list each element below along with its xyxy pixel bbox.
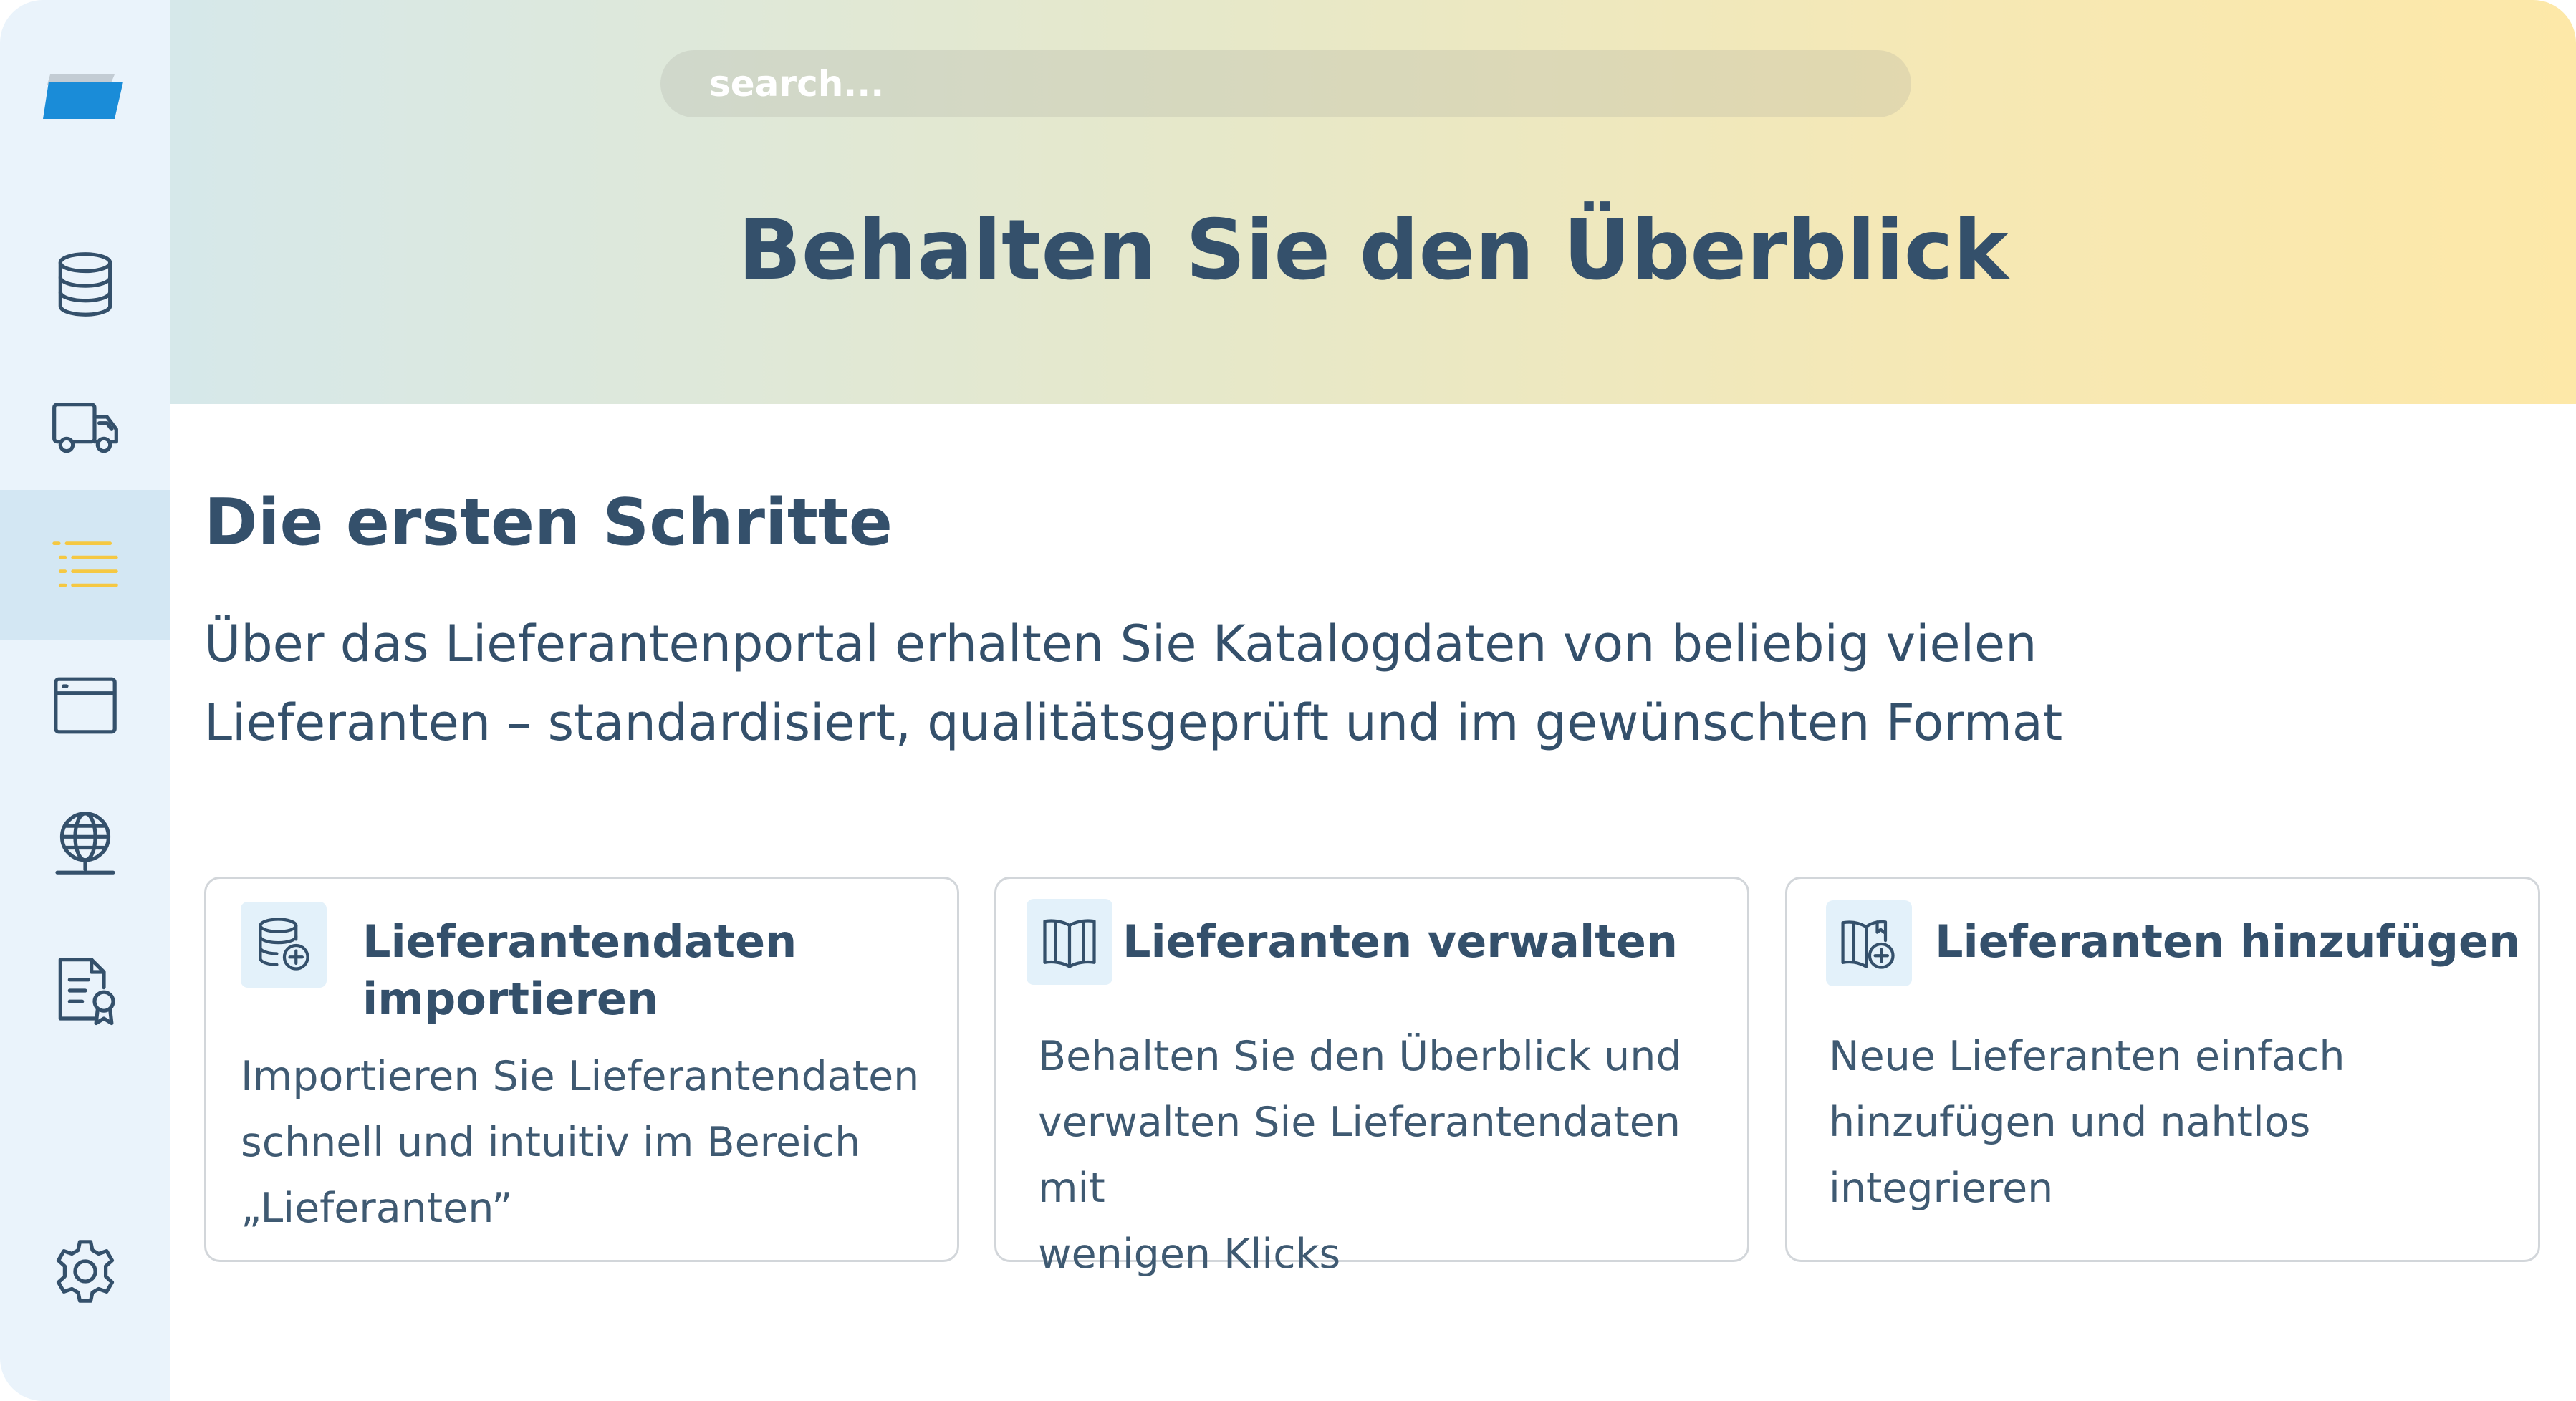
globe-icon	[55, 812, 115, 875]
card-desc-line: schnell und intuitiv im Bereich	[241, 1119, 861, 1166]
card-title-line: importieren	[362, 973, 659, 1025]
sidebar-item-settings[interactable]	[0, 1196, 170, 1347]
app-window: Behalten Sie den Überblick Die ersten Sc…	[0, 0, 2576, 1401]
sidebar	[0, 0, 170, 1401]
book-add-icon	[1826, 900, 1912, 986]
sidebar-item-list[interactable]	[0, 490, 170, 640]
card-desc-line: wenigen Klicks	[1038, 1231, 1341, 1278]
card-desc-line: Neue Lieferanten einfach	[1829, 1033, 2345, 1080]
search-input[interactable]	[660, 50, 1911, 117]
card-title: Lieferanten verwalten	[1123, 915, 1678, 968]
card-title: Lieferanten hinzufügen	[1935, 915, 2521, 968]
certificate-document-icon	[58, 958, 115, 1026]
sidebar-item-certificate[interactable]	[0, 915, 170, 1066]
sidebar-item-database[interactable]	[0, 209, 170, 360]
card-manage-suppliers[interactable]: Lieferanten verwalten Behalten Sie den Ü…	[994, 877, 1749, 1278]
intro-line: Über das Lieferantenportal erhalten Sie …	[204, 615, 2037, 673]
card-description: Importieren Sie Lieferantendaten schnell…	[241, 1044, 919, 1241]
card-desc-line: Importieren Sie Lieferantendaten	[241, 1053, 920, 1100]
sidebar-item-delivery[interactable]	[0, 351, 170, 501]
sidebar-item-web[interactable]	[0, 768, 170, 918]
intro-line: Lieferanten – standardisiert, qualitätsg…	[204, 693, 2063, 752]
book-open-icon	[1027, 899, 1112, 985]
database-icon	[58, 252, 112, 317]
card-title-line: Lieferantendaten	[362, 915, 797, 968]
card-desc-line: Behalten Sie den Überblick und	[1038, 1033, 1682, 1080]
hero-header: Behalten Sie den Überblick	[170, 0, 2576, 404]
browser-window-icon	[54, 677, 117, 734]
database-add-icon	[241, 902, 327, 988]
intro-text: Über das Lieferantenportal erhalten Sie …	[204, 605, 2282, 762]
card-desc-line: „Lieferanten”	[241, 1185, 513, 1232]
card-desc-line: hinzufügen und nahtlos integrieren	[1829, 1099, 2311, 1212]
sidebar-item-browser[interactable]	[0, 630, 170, 781]
list-icon	[52, 541, 118, 587]
card-title: Lieferantendaten importieren	[362, 913, 797, 1028]
card-description: Neue Lieferanten einfach hinzufügen und …	[1829, 1024, 2538, 1221]
truck-icon	[52, 403, 118, 453]
gear-icon	[56, 1240, 115, 1303]
card-import-supplier-data[interactable]: Lieferantendaten importieren Importieren…	[204, 877, 959, 1262]
section-title: Die ersten Schritte	[204, 485, 893, 560]
page-title: Behalten Sie den Überblick	[738, 202, 2009, 299]
card-desc-line: verwalten Sie Lieferantendaten mit	[1038, 1099, 1681, 1212]
card-description: Behalten Sie den Überblick und verwalten…	[1038, 1024, 1747, 1287]
app-logo-icon[interactable]	[40, 69, 126, 126]
card-add-suppliers[interactable]: Lieferanten hinzufügen Neue Lieferanten …	[1785, 877, 2540, 1262]
